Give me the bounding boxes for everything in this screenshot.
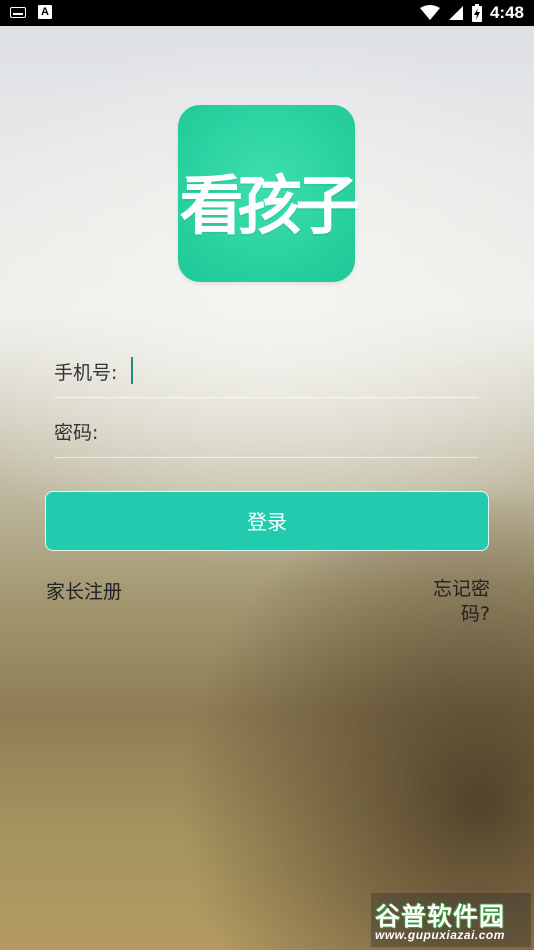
battery-charging-icon [471,4,482,22]
text-a-icon: A [38,5,52,19]
phone-field[interactable]: 手机号: [54,345,478,398]
app-logo: 看孩子 [178,105,360,282]
phone-input[interactable] [126,353,470,387]
status-bar: A 4:48 [0,0,534,26]
forgot-line-1: 忘记密 [432,578,490,600]
login-button[interactable]: 登录 [45,491,489,551]
watermark: 谷普软件园 www.gupuxiazai.com [371,893,531,947]
wifi-icon [419,5,440,20]
password-input[interactable] [106,413,470,447]
keyboard-icon [10,6,26,18]
forgot-password-link[interactable]: 忘记密 码? [422,577,490,627]
text-caret [131,357,133,384]
password-label: 密码: [54,422,99,444]
logo-text: 看孩子 [179,170,360,244]
register-link[interactable]: 家长注册 [46,577,122,604]
clock: 4:48 [489,3,524,22]
password-field[interactable]: 密码: [54,405,478,458]
signal-icon [448,6,463,20]
phone-label: 手机号: [54,362,118,384]
forgot-line-2: 码? [460,603,490,625]
watermark-url: www.gupuxiazai.com [375,928,505,942]
